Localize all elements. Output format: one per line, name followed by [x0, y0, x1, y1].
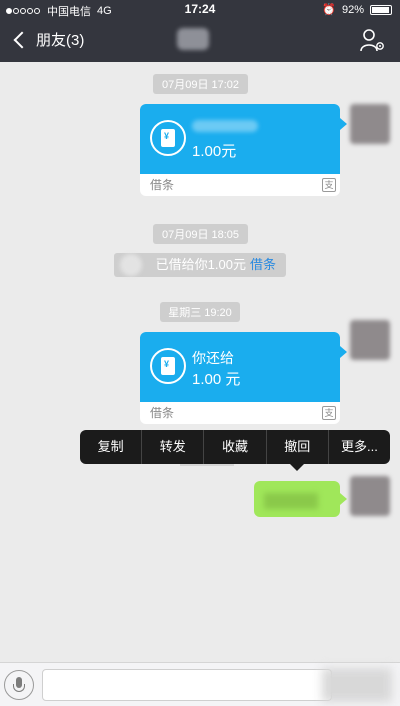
loan-card[interactable]: ¥ 1.00元 借条 支 — [140, 104, 340, 196]
alipay-icon: 支 — [322, 178, 336, 192]
text-message-bubble[interactable] — [254, 481, 340, 517]
back-button[interactable]: 朋友(3) — [13, 29, 85, 50]
redacted-area — [322, 668, 392, 702]
bubble-tail — [340, 493, 347, 505]
redacted-text — [192, 120, 258, 132]
alipay-icon: 支 — [322, 406, 336, 420]
battery-percent: 92% — [341, 3, 364, 16]
group-settings-icon[interactable] — [358, 26, 386, 54]
nav-bar: 朋友(3) — [0, 24, 400, 58]
message-input[interactable] — [42, 669, 332, 701]
timestamp: 星期三 19:20 — [160, 302, 240, 322]
loan-amount: 1.00元 — [192, 143, 237, 160]
receipt-icon: ¥ — [150, 348, 186, 384]
card-footer-label: 借条 — [150, 406, 175, 420]
timestamp: 07月09日 18:05 — [153, 224, 248, 244]
back-label: 朋友(3) — [36, 32, 85, 49]
menu-forward[interactable]: 转发 — [142, 430, 205, 464]
bubble-tail — [340, 346, 347, 358]
menu-favorite[interactable]: 收藏 — [204, 430, 267, 464]
avatar[interactable] — [350, 104, 390, 144]
loan-link[interactable]: 借条 — [250, 257, 276, 272]
avatar[interactable] — [350, 476, 390, 516]
menu-pointer — [290, 464, 304, 471]
alarm-icon: ⏰ — [322, 4, 336, 16]
status-bar: 中国电信 4G 17:24 ⏰ 92% — [0, 0, 400, 18]
top-bar: 中国电信 4G 17:24 ⏰ 92% 朋友(3) — [0, 0, 400, 62]
card-footer-label: 借条 — [150, 178, 175, 192]
system-notice: 已借给你1.00元 借条 — [114, 253, 286, 277]
receipt-icon: ¥ — [150, 120, 186, 156]
redacted-text — [264, 493, 318, 509]
repay-card[interactable]: ¥ 你还给 1.00 元 借条 支 — [140, 332, 340, 424]
chat-title-redacted — [177, 28, 209, 50]
timestamp: 07月09日 17:02 — [153, 74, 248, 94]
menu-recall[interactable]: 撤回 — [267, 430, 329, 464]
battery-icon — [370, 4, 392, 15]
repay-title: 你还给 — [192, 350, 234, 366]
menu-more[interactable]: 更多... — [329, 430, 390, 464]
bubble-tail — [340, 118, 347, 130]
menu-copy[interactable]: 复制 — [80, 430, 143, 464]
voice-button[interactable] — [4, 670, 34, 700]
message-context-menu: 复制 转发 收藏 撤回 更多... — [80, 430, 390, 464]
avatar[interactable] — [350, 320, 390, 360]
redacted-name — [120, 254, 142, 276]
chevron-left-icon — [13, 31, 31, 48]
notice-text: 已借给你1.00元 — [155, 257, 246, 272]
repay-amount: 1.00 元 — [192, 371, 241, 388]
